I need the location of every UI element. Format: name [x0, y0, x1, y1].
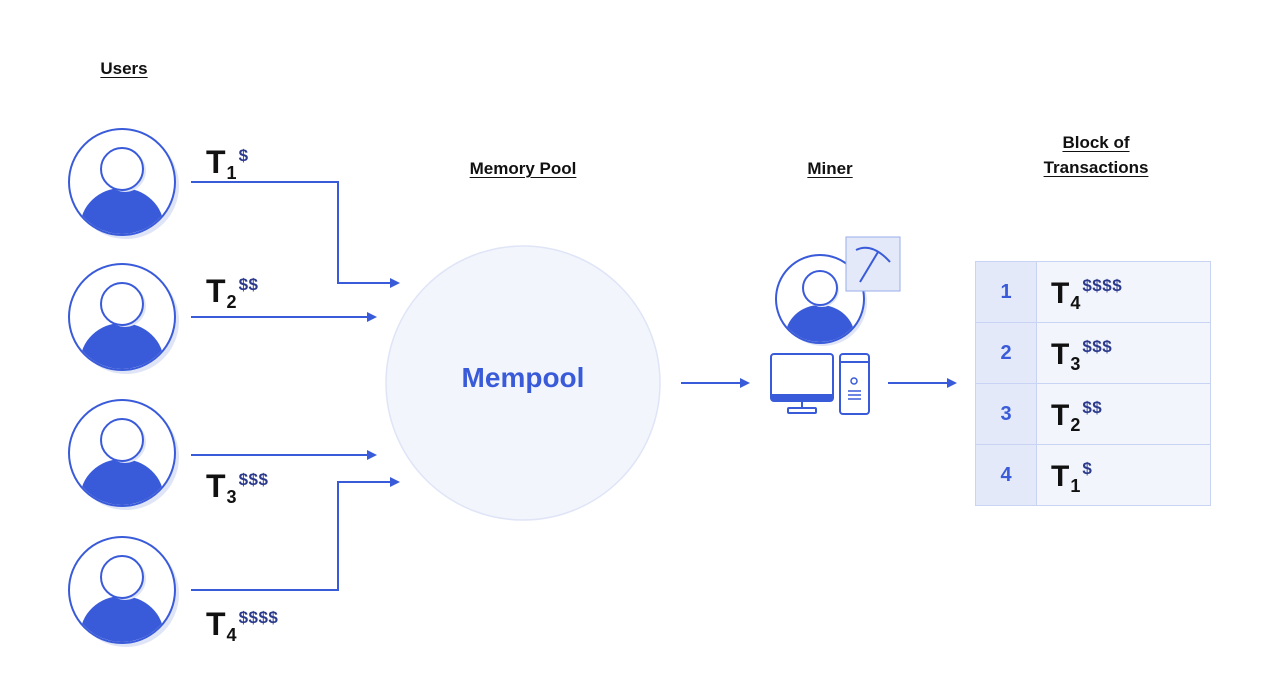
- user-icon: [69, 400, 179, 539]
- block-row-number: 4: [976, 445, 1037, 505]
- block-row: 4 T1$: [976, 445, 1210, 505]
- user-icon: [69, 537, 179, 676]
- monitor-icon: [770, 353, 834, 414]
- block-row-number: 1: [976, 262, 1037, 322]
- block-row-tx: T1$: [1037, 445, 1210, 505]
- tx-label-t3: T3$$$: [206, 468, 269, 507]
- user-icon: [69, 129, 179, 268]
- pickaxe-icon: [845, 236, 901, 292]
- block-row: 2 T3$$$: [976, 323, 1210, 384]
- block-table: 1 T4$$$$ 2 T3$$$ 3 T2$$ 4 T1$: [975, 261, 1211, 506]
- block-row-tx: T3$$$: [1037, 323, 1210, 383]
- mempool-label: Mempool: [461, 362, 585, 393]
- block-row-number: 2: [976, 323, 1037, 383]
- computer-tower-icon: [839, 353, 870, 415]
- user-icon: [69, 264, 179, 403]
- tx-label-t2: T2$$: [206, 273, 259, 312]
- block-row: 3 T2$$: [976, 384, 1210, 445]
- block-row-tx: T4$$$$: [1037, 262, 1210, 322]
- tx-label-t1: T1$: [206, 144, 249, 183]
- block-row-tx: T2$$: [1037, 384, 1210, 444]
- block-row-number: 3: [976, 384, 1037, 444]
- arrow-t1: [191, 181, 400, 288]
- block-row: 1 T4$$$$: [976, 262, 1210, 323]
- tx-label-t4: T4$$$$: [206, 606, 279, 645]
